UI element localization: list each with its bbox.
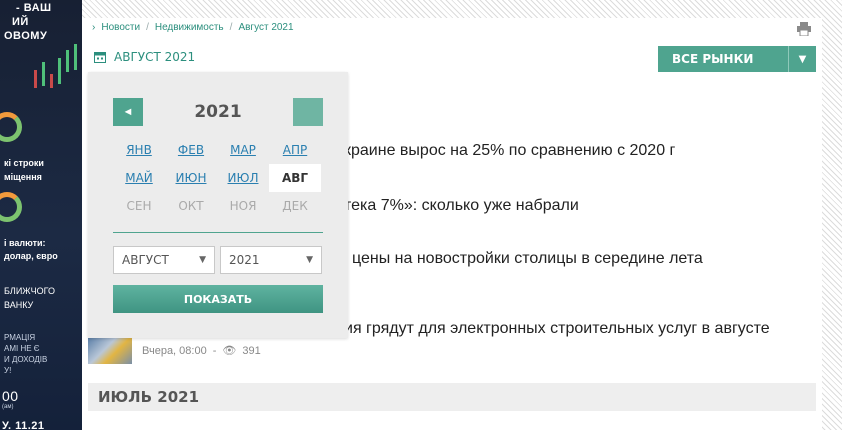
banner-chart-candle — [34, 70, 37, 88]
banner-text: У. 11.21 — [2, 420, 45, 430]
news-headline[interactable]: тека 7%»: сколько уже набрали — [344, 197, 579, 215]
banner-text: И ДОХОДІВ — [4, 355, 48, 364]
breadcrumb: › Новости / Недвижимость / Август 2021 — [92, 22, 294, 33]
banner-text: У! — [4, 366, 12, 375]
next-year-button[interactable] — [293, 98, 323, 126]
banner-text: АМІ НЕ Є — [4, 344, 40, 353]
month-cell[interactable]: ИЮН — [165, 164, 217, 192]
meta-separator: - — [212, 344, 217, 357]
divider — [113, 232, 323, 233]
breadcrumb-separator: / — [229, 22, 233, 33]
breadcrumb-chevron-icon: › — [92, 22, 96, 33]
month-picker-popup: ◄ 2021 ЯНВ ФЕВ МАР АПР МАЙ ИЮН ИЮЛ АВГ СЕН ОКТ НОЯ… — [88, 72, 348, 338]
arrow-left-icon: ◄ — [122, 106, 134, 118]
banner-text: і валюти: — [4, 238, 46, 248]
banner-text: кі строки — [4, 158, 44, 168]
month-cell: СЕН — [126, 199, 152, 213]
news-views: 391 — [242, 344, 261, 357]
banner-text: РМАЦІЯ — [4, 333, 36, 342]
month-cell: ДЕК — [282, 199, 308, 213]
all-markets-dropdown[interactable]: ВСЕ РЫНКИ ▼ — [658, 46, 816, 72]
month-select-value: АВГУСТ — [122, 253, 169, 267]
side-banner-ad[interactable]: - ВАШ ИЙ ОВОМУ кі строки міщення і валют… — [0, 0, 82, 430]
banner-text: - ВАШ — [16, 2, 52, 14]
month-cell[interactable]: АВГ — [269, 164, 321, 192]
month-select[interactable]: АВГУСТ ▼ — [113, 246, 215, 274]
news-headline[interactable]: краине вырос на 25% по сравнению с 2020 … — [344, 142, 675, 160]
banner-ring-icon — [0, 112, 22, 142]
archive-month-label: АВГУСТ 2021 — [114, 50, 196, 64]
archive-month-toggle[interactable]: АВГУСТ 2021 — [94, 50, 195, 64]
month-cell[interactable]: МАР — [217, 136, 269, 164]
news-headline[interactable]: ия грядут для электронных строительных у… — [344, 320, 770, 338]
breadcrumb-current[interactable]: Август 2021 — [238, 22, 293, 33]
banner-chart-candle — [58, 58, 61, 84]
breadcrumb-separator: / — [146, 22, 149, 33]
news-meta: Вчера, 08:00 - 👁 391 — [142, 344, 261, 358]
banner-text: (ам) — [2, 404, 14, 410]
caret-down-icon: ▼ — [306, 255, 313, 265]
month-cell[interactable]: АПР — [269, 136, 321, 164]
calendar-icon — [94, 52, 106, 63]
chevron-down-icon: ▼ — [788, 46, 816, 72]
banner-chart-candle — [42, 62, 45, 86]
month-cell[interactable]: ИЮЛ — [217, 164, 269, 192]
month-cell[interactable]: ФЕВ — [165, 136, 217, 164]
month-cell[interactable]: МАЙ — [113, 164, 165, 192]
month-cell: ОКТ — [178, 199, 204, 213]
breadcrumb-link-realty[interactable]: Недвижимость — [155, 22, 224, 33]
banner-chart-candle — [74, 44, 77, 70]
calendar-year: 2021 — [194, 102, 242, 122]
prev-year-button[interactable]: ◄ — [113, 98, 143, 126]
print-icon[interactable] — [796, 22, 812, 36]
banner-text: ОВОМУ — [4, 30, 48, 42]
all-markets-label: ВСЕ РЫНКИ — [672, 52, 754, 66]
month-grid: ЯНВ ФЕВ МАР АПР МАЙ ИЮН ИЮЛ АВГ СЕН ОКТ НОЯ ДЕК — [113, 136, 323, 220]
caret-down-icon: ▼ — [199, 255, 206, 265]
banner-text: БЛИЖЧОГО — [4, 286, 55, 296]
banner-chart-candle — [66, 50, 69, 72]
month-section-header[interactable]: ИЮЛЬ 2021 — [88, 383, 816, 411]
year-select-value: 2021 — [229, 253, 260, 267]
show-button[interactable]: ПОКАЗАТЬ — [113, 285, 323, 313]
banner-text: ИЙ — [12, 16, 29, 28]
year-select[interactable]: 2021 ▼ — [220, 246, 322, 274]
banner-text: ВАНКУ — [4, 300, 34, 310]
news-time: Вчера, 08:00 — [142, 344, 207, 357]
month-cell[interactable]: ЯНВ — [113, 136, 165, 164]
breadcrumb-link-news[interactable]: Новости — [101, 22, 140, 33]
banner-text: міщення — [4, 172, 42, 182]
eye-icon: 👁 — [222, 345, 237, 357]
news-thumbnail[interactable] — [88, 338, 132, 364]
news-headline[interactable]: цены на новостройки столицы в середине л… — [352, 250, 703, 268]
banner-text: долар, євро — [4, 251, 58, 261]
month-cell: НОЯ — [229, 199, 257, 213]
banner-text: 00 — [2, 388, 19, 404]
banner-chart-candle — [50, 74, 53, 88]
banner-ring-icon — [0, 192, 22, 222]
